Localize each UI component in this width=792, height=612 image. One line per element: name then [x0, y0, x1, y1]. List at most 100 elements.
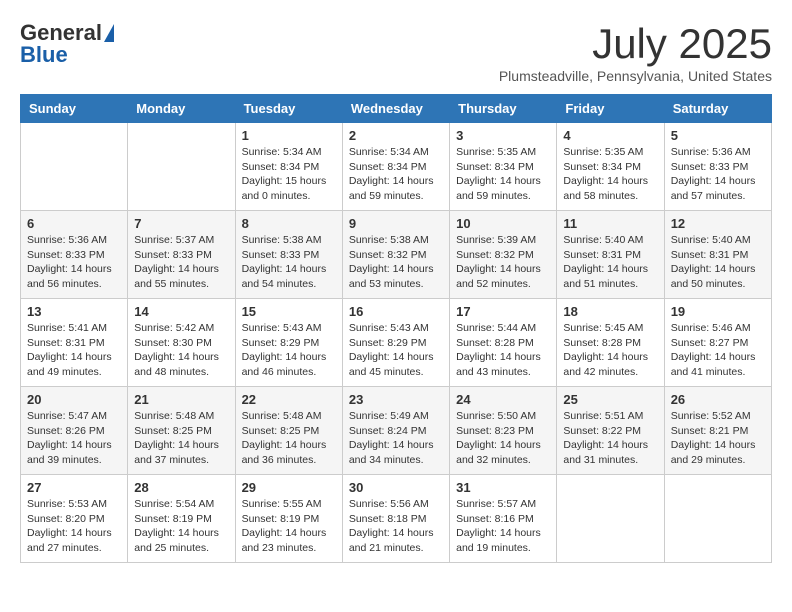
day-number: 18 [563, 304, 657, 319]
calendar-cell: 16 Sunrise: 5:43 AMSunset: 8:29 PMDayligh… [342, 299, 449, 387]
calendar-table: SundayMondayTuesdayWednesdayThursdayFrid… [20, 94, 772, 563]
day-info: Sunrise: 5:54 AMSunset: 8:19 PMDaylight:… [134, 497, 228, 556]
day-info: Sunrise: 5:43 AMSunset: 8:29 PMDaylight:… [242, 321, 336, 380]
column-header-tuesday: Tuesday [235, 95, 342, 123]
day-number: 10 [456, 216, 550, 231]
day-number: 16 [349, 304, 443, 319]
calendar-cell: 26 Sunrise: 5:52 AMSunset: 8:21 PMDayligh… [664, 387, 771, 475]
calendar-cell: 3 Sunrise: 5:35 AMSunset: 8:34 PMDaylight… [450, 123, 557, 211]
day-number: 14 [134, 304, 228, 319]
day-number: 8 [242, 216, 336, 231]
calendar-cell: 1 Sunrise: 5:34 AMSunset: 8:34 PMDaylight… [235, 123, 342, 211]
calendar-cell: 30Sunrise: 5:56 AMSunset: 8:18 PMDayligh… [342, 475, 449, 563]
day-number: 9 [349, 216, 443, 231]
calendar-cell: 15Sunrise: 5:43 AMSunset: 8:29 PMDayligh… [235, 299, 342, 387]
calendar-cell: 27Sunrise: 5:53 AMSunset: 8:20 PMDayligh… [21, 475, 128, 563]
calendar-week-row: 27Sunrise: 5:53 AMSunset: 8:20 PMDayligh… [21, 475, 772, 563]
calendar-cell: 14 Sunrise: 5:42 AMSunset: 8:30 PMDayligh… [128, 299, 235, 387]
title-block: July 2025 Plumsteadville, Pennsylvania, … [499, 20, 772, 84]
calendar-cell: 4Sunrise: 5:35 AMSunset: 8:34 PMDaylight… [557, 123, 664, 211]
day-number: 31 [456, 480, 550, 495]
day-info: Sunrise: 5:39 AMSunset: 8:32 PMDaylight:… [456, 233, 550, 292]
column-header-wednesday: Wednesday [342, 95, 449, 123]
day-info: Sunrise: 5:48 AMSunset: 8:25 PMDaylight:… [242, 409, 336, 468]
calendar-cell: 9 Sunrise: 5:38 AMSunset: 8:32 PMDaylight… [342, 211, 449, 299]
calendar-cell: 25 Sunrise: 5:51 AMSunset: 8:22 PMDayligh… [557, 387, 664, 475]
calendar-cell: 7Sunrise: 5:37 AMSunset: 8:33 PMDaylight… [128, 211, 235, 299]
logo: General Blue [20, 20, 114, 68]
calendar-cell: 5Sunrise: 5:36 AMSunset: 8:33 PMDaylight… [664, 123, 771, 211]
calendar-cell: 23 Sunrise: 5:49 AMSunset: 8:24 PMDayligh… [342, 387, 449, 475]
day-number: 20 [27, 392, 121, 407]
calendar-cell: 24Sunrise: 5:50 AMSunset: 8:23 PMDayligh… [450, 387, 557, 475]
calendar-cell: 2 Sunrise: 5:34 AMSunset: 8:34 PMDaylight… [342, 123, 449, 211]
calendar-cell: 31 Sunrise: 5:57 AMSunset: 8:16 PMDayligh… [450, 475, 557, 563]
column-header-friday: Friday [557, 95, 664, 123]
calendar-week-row: 1 Sunrise: 5:34 AMSunset: 8:34 PMDaylight… [21, 123, 772, 211]
calendar-cell: 13 Sunrise: 5:41 AMSunset: 8:31 PMDayligh… [21, 299, 128, 387]
day-info: Sunrise: 5:57 AMSunset: 8:16 PMDaylight:… [456, 497, 550, 556]
day-info: Sunrise: 5:34 AMSunset: 8:34 PMDaylight:… [242, 145, 336, 204]
day-info: Sunrise: 5:36 AMSunset: 8:33 PMDaylight:… [27, 233, 121, 292]
calendar-cell: 18Sunrise: 5:45 AMSunset: 8:28 PMDayligh… [557, 299, 664, 387]
day-info: Sunrise: 5:35 AMSunset: 8:34 PMDaylight:… [456, 145, 550, 204]
day-number: 2 [349, 128, 443, 143]
day-number: 21 [134, 392, 228, 407]
day-info: Sunrise: 5:42 AMSunset: 8:30 PMDaylight:… [134, 321, 228, 380]
day-number: 5 [671, 128, 765, 143]
day-number: 29 [242, 480, 336, 495]
day-number: 13 [27, 304, 121, 319]
calendar-cell: 28 Sunrise: 5:54 AMSunset: 8:19 PMDayligh… [128, 475, 235, 563]
calendar-cell [664, 475, 771, 563]
day-number: 7 [134, 216, 228, 231]
day-info: Sunrise: 5:46 AMSunset: 8:27 PMDaylight:… [671, 321, 765, 380]
column-header-saturday: Saturday [664, 95, 771, 123]
day-number: 25 [563, 392, 657, 407]
calendar-cell: 22 Sunrise: 5:48 AMSunset: 8:25 PMDayligh… [235, 387, 342, 475]
location-text: Plumsteadville, Pennsylvania, United Sta… [499, 68, 772, 84]
calendar-cell: 21 Sunrise: 5:48 AMSunset: 8:25 PMDayligh… [128, 387, 235, 475]
day-info: Sunrise: 5:43 AMSunset: 8:29 PMDaylight:… [349, 321, 443, 380]
day-number: 3 [456, 128, 550, 143]
day-info: Sunrise: 5:52 AMSunset: 8:21 PMDaylight:… [671, 409, 765, 468]
day-info: Sunrise: 5:50 AMSunset: 8:23 PMDaylight:… [456, 409, 550, 468]
calendar-cell: 20 Sunrise: 5:47 AMSunset: 8:26 PMDayligh… [21, 387, 128, 475]
day-info: Sunrise: 5:56 AMSunset: 8:18 PMDaylight:… [349, 497, 443, 556]
month-title: July 2025 [499, 20, 772, 68]
calendar-cell: 19Sunrise: 5:46 AMSunset: 8:27 PMDayligh… [664, 299, 771, 387]
day-info: Sunrise: 5:53 AMSunset: 8:20 PMDaylight:… [27, 497, 121, 556]
calendar-cell: 8 Sunrise: 5:38 AMSunset: 8:33 PMDaylight… [235, 211, 342, 299]
day-number: 22 [242, 392, 336, 407]
day-info: Sunrise: 5:34 AMSunset: 8:34 PMDaylight:… [349, 145, 443, 204]
day-info: Sunrise: 5:51 AMSunset: 8:22 PMDaylight:… [563, 409, 657, 468]
calendar-cell: 11Sunrise: 5:40 AMSunset: 8:31 PMDayligh… [557, 211, 664, 299]
day-info: Sunrise: 5:47 AMSunset: 8:26 PMDaylight:… [27, 409, 121, 468]
day-info: Sunrise: 5:40 AMSunset: 8:31 PMDaylight:… [563, 233, 657, 292]
day-number: 17 [456, 304, 550, 319]
day-info: Sunrise: 5:49 AMSunset: 8:24 PMDaylight:… [349, 409, 443, 468]
column-header-monday: Monday [128, 95, 235, 123]
page-header: General Blue July 2025 Plumsteadville, P… [20, 20, 772, 84]
day-info: Sunrise: 5:44 AMSunset: 8:28 PMDaylight:… [456, 321, 550, 380]
calendar-cell [128, 123, 235, 211]
day-number: 1 [242, 128, 336, 143]
day-number: 23 [349, 392, 443, 407]
day-info: Sunrise: 5:41 AMSunset: 8:31 PMDaylight:… [27, 321, 121, 380]
calendar-cell: 6 Sunrise: 5:36 AMSunset: 8:33 PMDaylight… [21, 211, 128, 299]
calendar-cell: 12 Sunrise: 5:40 AMSunset: 8:31 PMDayligh… [664, 211, 771, 299]
day-info: Sunrise: 5:38 AMSunset: 8:33 PMDaylight:… [242, 233, 336, 292]
calendar-cell [21, 123, 128, 211]
logo-blue-text: Blue [20, 42, 68, 68]
logo-triangle-icon [104, 24, 114, 42]
day-info: Sunrise: 5:35 AMSunset: 8:34 PMDaylight:… [563, 145, 657, 204]
calendar-week-row: 13 Sunrise: 5:41 AMSunset: 8:31 PMDayligh… [21, 299, 772, 387]
day-info: Sunrise: 5:38 AMSunset: 8:32 PMDaylight:… [349, 233, 443, 292]
column-header-sunday: Sunday [21, 95, 128, 123]
day-number: 6 [27, 216, 121, 231]
day-number: 12 [671, 216, 765, 231]
day-number: 26 [671, 392, 765, 407]
calendar-header-row: SundayMondayTuesdayWednesdayThursdayFrid… [21, 95, 772, 123]
day-info: Sunrise: 5:48 AMSunset: 8:25 PMDaylight:… [134, 409, 228, 468]
day-number: 28 [134, 480, 228, 495]
day-info: Sunrise: 5:40 AMSunset: 8:31 PMDaylight:… [671, 233, 765, 292]
